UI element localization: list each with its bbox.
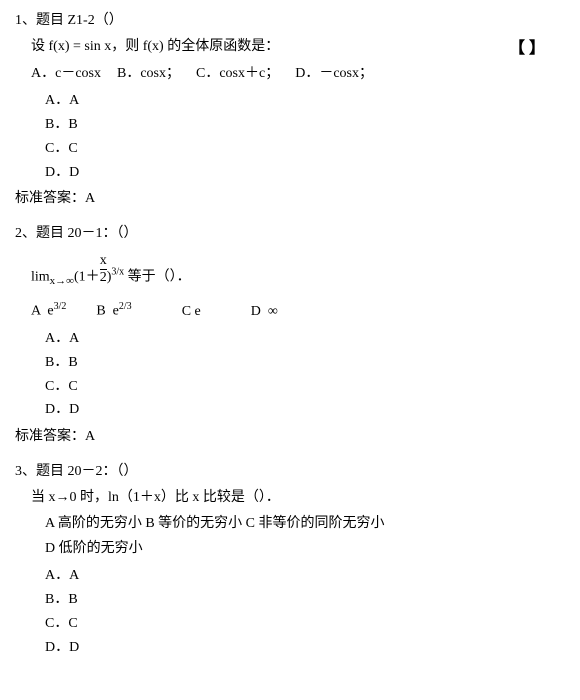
q3-opt-d[interactable]: D 低阶的无穷小: [45, 538, 565, 560]
q2-limit-expr: limx→∞(1＋x2)3/x: [31, 253, 124, 291]
q2-choice-d[interactable]: D．D: [45, 398, 565, 422]
q2-opt-c[interactable]: C e: [182, 301, 201, 323]
q2-opt-b[interactable]: B e2/3: [96, 299, 131, 323]
q3-opt-abc[interactable]: A 高阶的无穷小 B 等价的无穷小 C 非等价的同阶无穷小: [45, 513, 565, 535]
q3-choice-b[interactable]: B．B: [45, 588, 565, 612]
q1-choices: A．A B．B C．C D．D: [45, 89, 565, 184]
q1-choice-a[interactable]: A．A: [45, 89, 565, 113]
q3-paren: ）: [124, 464, 138, 479]
q1-answer: 标准答案：A: [15, 188, 565, 210]
q2-answer: 标准答案：A: [15, 426, 565, 448]
q2-title: 2、题目 20－1：（）: [15, 223, 565, 245]
q3-choice-d[interactable]: D．D: [45, 636, 565, 660]
q3-number: 3、题目 20－2：（: [15, 464, 124, 479]
q1-bracket: 【 】: [509, 36, 545, 62]
q1-choice-d[interactable]: D．D: [45, 161, 565, 185]
question-1: 1、题目 Z1-2（） 设 f(x) = sin x，则 f(x) 的全体原函数…: [15, 10, 565, 211]
q2-choices: A．A B．B C．C D．D: [45, 327, 565, 422]
q1-desc: 设 f(x) = sin x，则 f(x) 的全体原函数是： 【 】: [31, 36, 565, 58]
q2-suffix: 等于（）．: [128, 270, 191, 285]
q3-title: 3、题目 20－2：（）: [15, 461, 565, 483]
q2-choice-a[interactable]: A．A: [45, 327, 565, 351]
q3-options: A 高阶的无穷小 B 等价的无穷小 C 非等价的同阶无穷小 D 低阶的无穷小: [45, 513, 565, 560]
q3-choices: A．A B．B C．C D．D: [45, 564, 565, 659]
q1-opt-c[interactable]: C．cosx＋c；: [196, 63, 279, 85]
q3-choice-a[interactable]: A．A: [45, 564, 565, 588]
q1-opt-d[interactable]: D．－cosx；: [295, 63, 373, 85]
q2-number: 2、题目 20－1：（: [15, 226, 124, 241]
q2-lim-sub: x→∞: [50, 275, 74, 287]
q2-choice-b[interactable]: B．B: [45, 351, 565, 375]
q1-number: 1、题目 Z1-2（: [15, 13, 109, 28]
q3-desc: 当 x→0 时，ln（1＋x）比 x 比较是（）．: [31, 487, 565, 509]
q2-opt-d[interactable]: D ∞: [251, 301, 278, 323]
q2-opt-a[interactable]: A e3/2: [31, 299, 66, 323]
question-2: 2、题目 20－1：（） limx→∞(1＋x2)3/x 等于（）． A e3/…: [15, 223, 565, 449]
q1-title: 1、题目 Z1-2（）: [15, 10, 565, 32]
q1-opt-b[interactable]: B．cosx；: [117, 63, 180, 85]
q1-options: A．c－cosx B．cosx； C．cosx＋c； D．－cosx；: [31, 63, 565, 85]
q1-paren: ）: [109, 13, 123, 28]
q3-choice-c[interactable]: C．C: [45, 612, 565, 636]
q1-opt-a[interactable]: A．c－cosx: [31, 63, 101, 85]
q2-choice-c[interactable]: C．C: [45, 375, 565, 399]
q1-choice-c[interactable]: C．C: [45, 137, 565, 161]
question-3: 3、题目 20－2：（） 当 x→0 时，ln（1＋x）比 x 比较是（）． A…: [15, 461, 565, 660]
q2-options: A e3/2 B e2/3 C e D ∞: [31, 299, 565, 323]
q2-desc: limx→∞(1＋x2)3/x 等于（）．: [31, 249, 565, 295]
q2-paren: ）: [124, 226, 138, 241]
q1-choice-b[interactable]: B．B: [45, 113, 565, 137]
